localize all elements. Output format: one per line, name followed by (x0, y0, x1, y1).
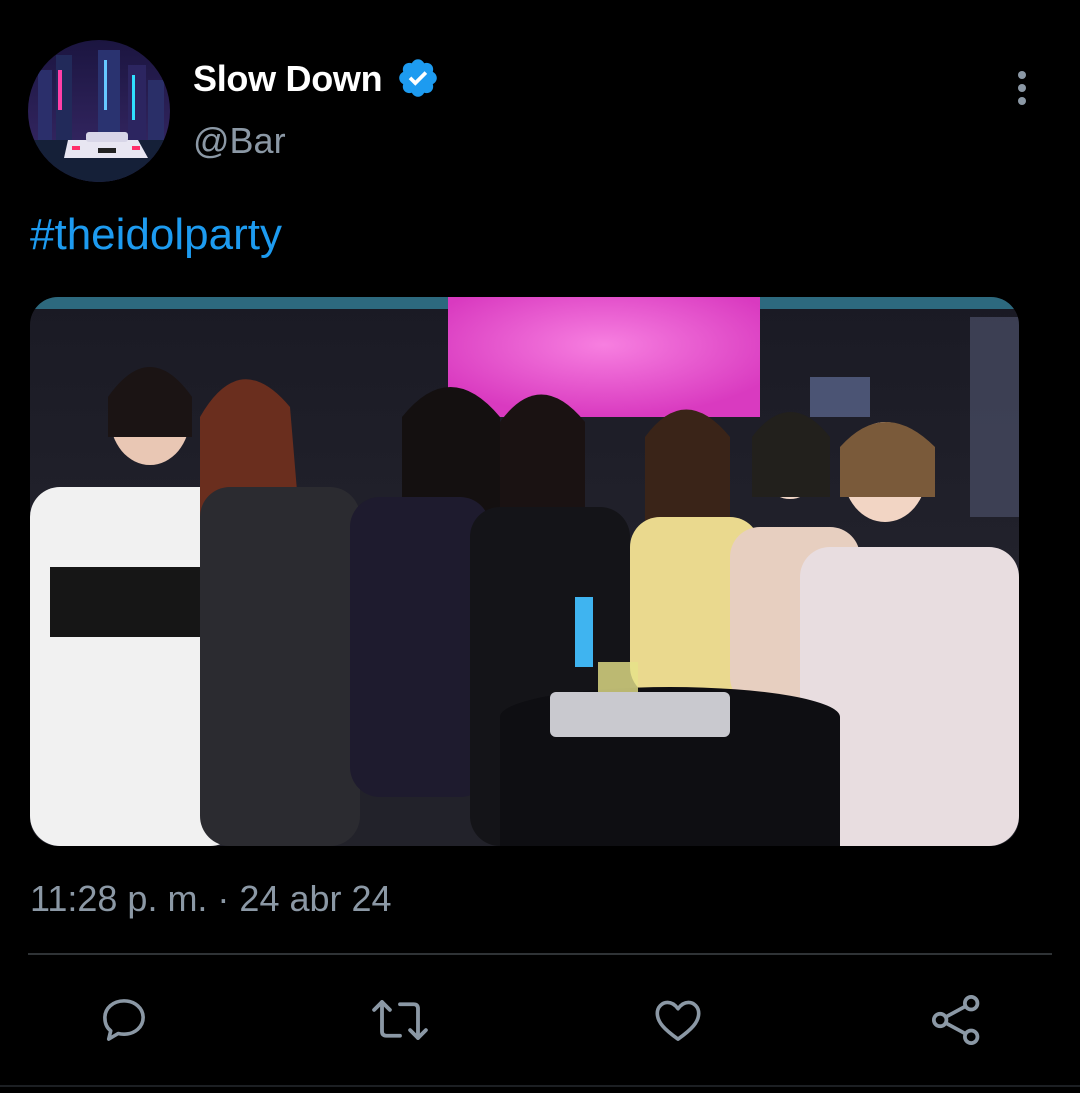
more-options-icon[interactable] (1004, 66, 1040, 110)
tweet-media-image[interactable] (30, 297, 1019, 846)
tweet-timestamp[interactable]: 11:28 p. m. · 24 abr 24 (30, 878, 392, 920)
avatar[interactable] (28, 40, 170, 182)
reply-button[interactable] (94, 990, 154, 1050)
avatar-image (28, 40, 170, 182)
retweet-button[interactable] (370, 990, 430, 1050)
author-handle[interactable]: @Bar (193, 120, 286, 162)
share-icon (931, 995, 980, 1045)
bottom-divider (0, 1085, 1080, 1087)
verified-badge-icon (399, 59, 437, 97)
photo-graphic (30, 297, 1019, 846)
reply-icon (103, 999, 145, 1041)
like-icon (655, 1000, 701, 1041)
author-display-name[interactable]: Slow Down (193, 58, 383, 100)
share-button[interactable] (926, 990, 986, 1050)
like-button[interactable] (648, 990, 708, 1050)
hashtag-link[interactable]: #theidolparty (30, 210, 282, 260)
retweet-icon (372, 1000, 428, 1040)
divider (28, 953, 1052, 955)
